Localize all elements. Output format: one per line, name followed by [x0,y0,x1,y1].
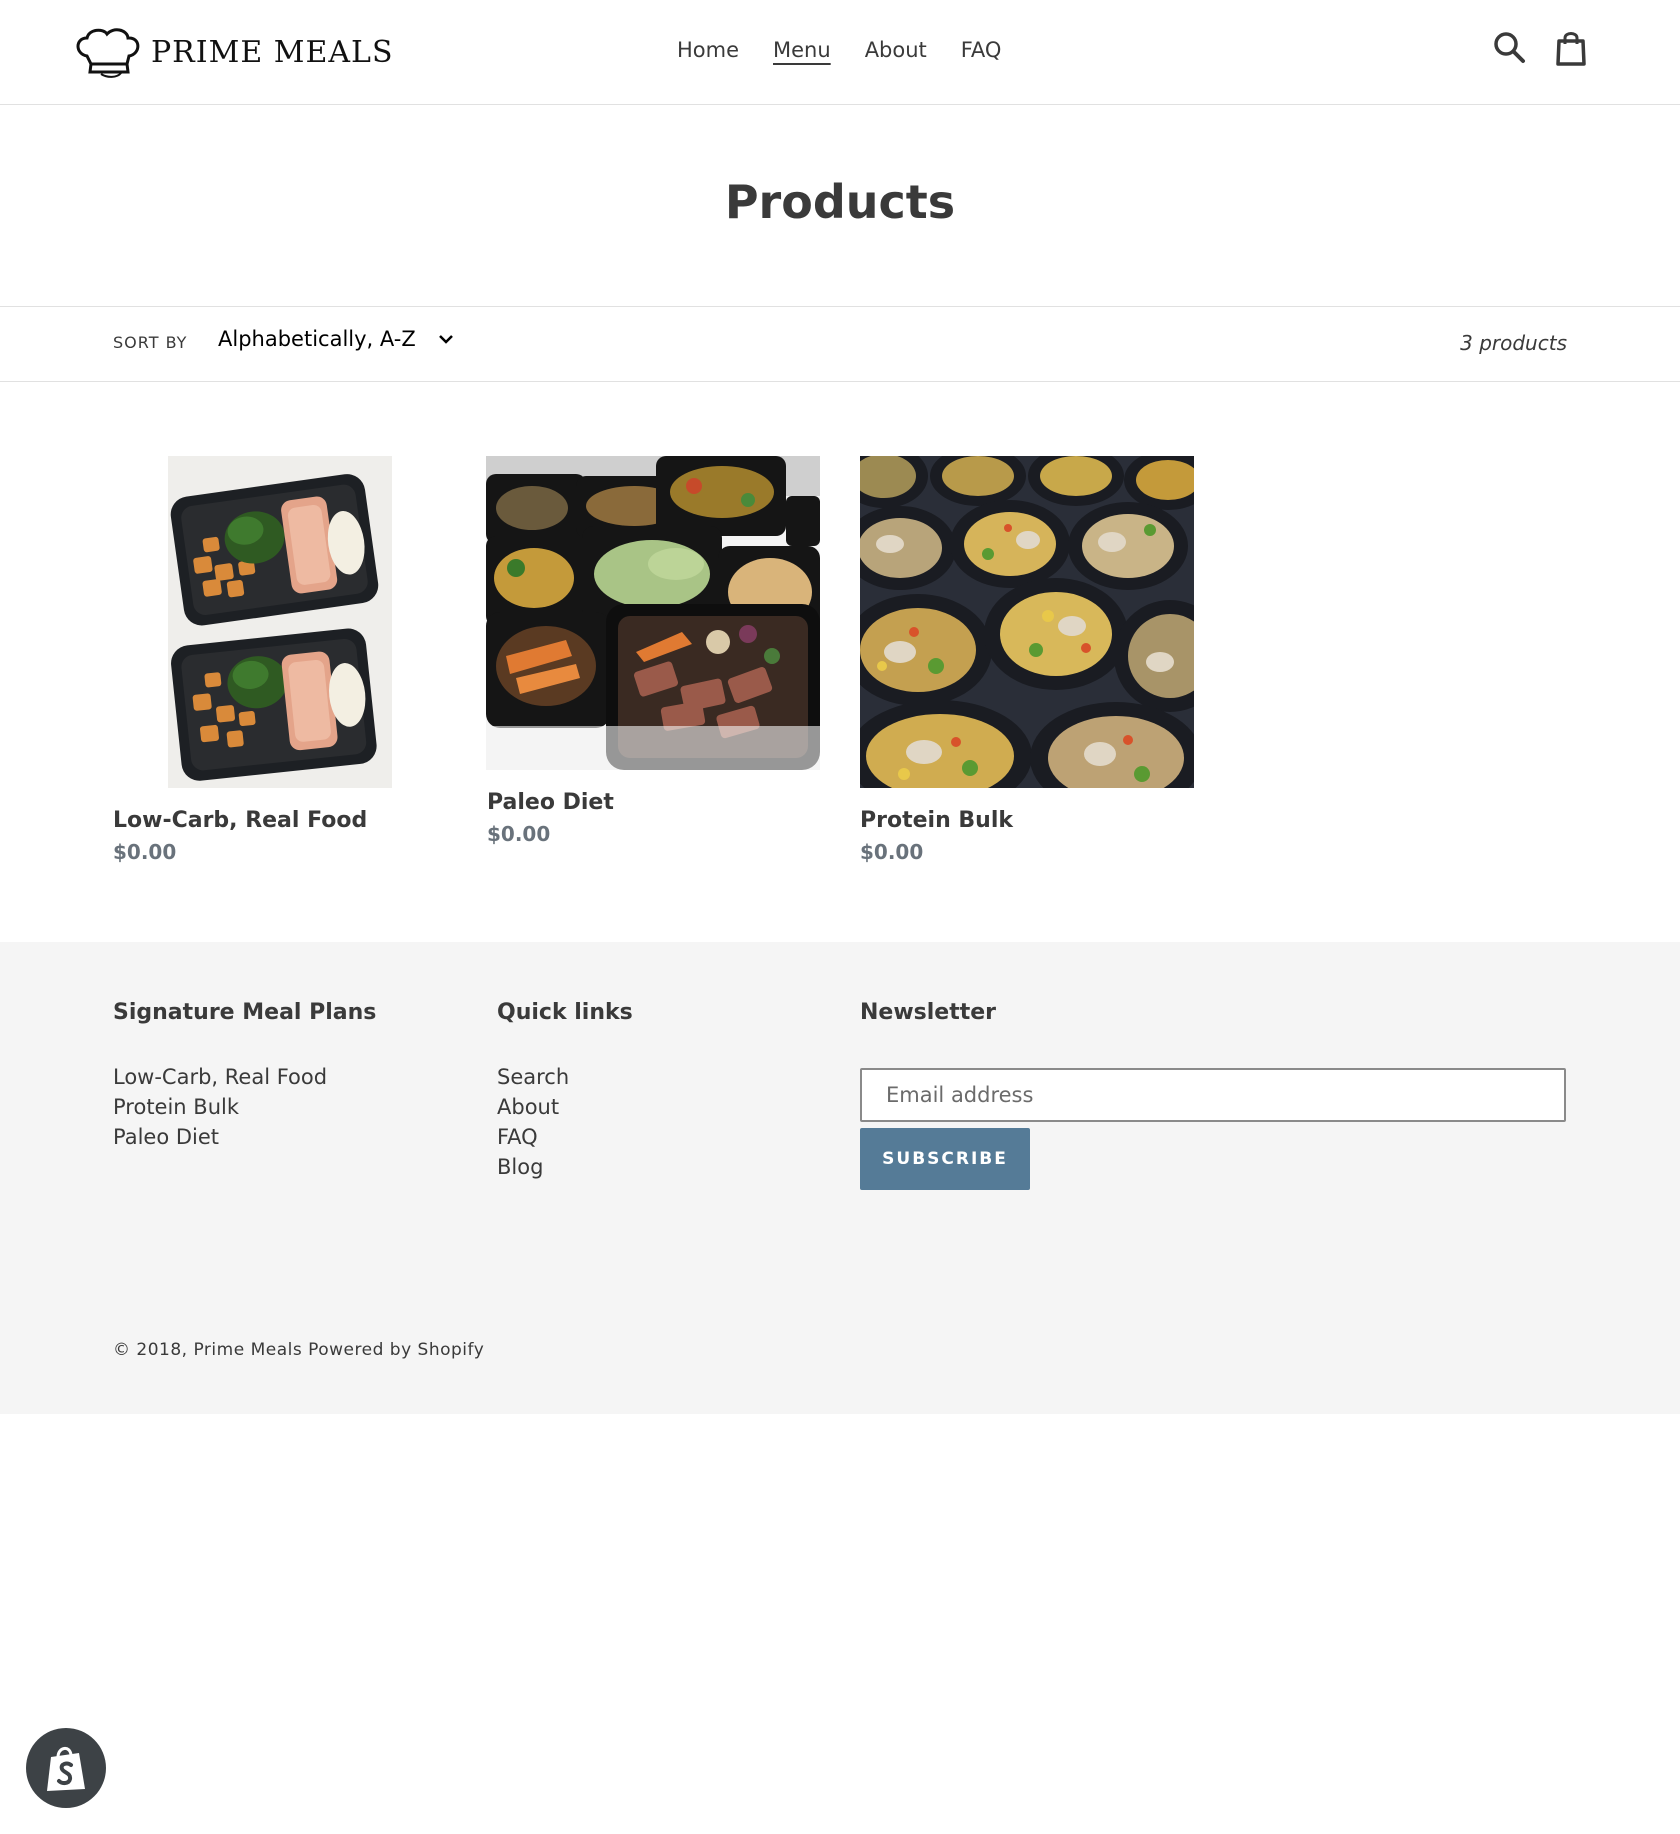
footer-link-protein-bulk[interactable]: Protein Bulk [113,1092,327,1122]
nav-home[interactable]: Home [677,38,739,62]
newsletter-email-field[interactable] [860,1068,1566,1122]
subscribe-button[interactable]: SUBSCRIBE [860,1128,1030,1190]
copyright-year: © 2018, [113,1340,188,1360]
search-icon[interactable] [1492,30,1526,66]
footer-heading-meal-plans: Signature Meal Plans [113,1000,377,1025]
product-title[interactable]: Paleo Diet [487,790,614,815]
product-image[interactable] [860,456,1194,788]
footer-link-low-carb[interactable]: Low-Carb, Real Food [113,1062,327,1092]
nav-faq[interactable]: FAQ [961,38,1002,62]
product-price: $0.00 [860,840,924,864]
chef-hat-icon [76,28,140,78]
footer-link-faq[interactable]: FAQ [497,1122,569,1152]
sort-value: Alphabetically, A-Z [218,327,416,351]
chevron-down-icon [438,335,453,344]
product-card-low-carb[interactable]: Low-Carb, Real Food $0.00 [113,456,463,866]
copyright-brand-link[interactable]: Prime Meals [193,1340,302,1360]
footer-quick-links-list: Search About FAQ Blog [497,1062,569,1182]
shopify-badge[interactable] [26,1728,106,1808]
footer-link-blog[interactable]: Blog [497,1152,569,1182]
filters-bar: Sort by Alphabetically, A-Z 3 products [0,306,1680,382]
footer-link-paleo[interactable]: Paleo Diet [113,1122,327,1152]
footer-link-about[interactable]: About [497,1092,569,1122]
footer-link-search[interactable]: Search [497,1062,569,1092]
powered-by-link[interactable]: Powered by Shopify [308,1340,484,1360]
product-price: $0.00 [113,840,177,864]
site-footer: Signature Meal Plans Low-Carb, Real Food… [0,942,1680,1414]
page-title: Products [724,175,956,229]
shopify-bag-icon [47,1747,85,1791]
brand-logo[interactable]: PRIME MEALS [73,24,394,80]
sort-select[interactable]: Alphabetically, A-Z [218,327,454,351]
brand-name: PRIME MEALS [151,34,394,70]
header-icons [1492,30,1588,66]
product-title[interactable]: Low-Carb, Real Food [113,808,367,833]
sort-label: Sort by [113,333,188,352]
product-image[interactable] [168,456,392,788]
product-image[interactable] [486,456,820,770]
copyright: © 2018, Prime Meals Powered by Shopify [113,1340,484,1360]
cart-icon[interactable] [1554,30,1588,66]
product-card-protein-bulk[interactable]: Protein Bulk $0.00 [860,456,1196,866]
site-header: PRIME MEALS Home Menu About FAQ [0,0,1680,105]
nav-about[interactable]: About [865,38,927,62]
product-title[interactable]: Protein Bulk [860,808,1013,833]
footer-meal-plans-list: Low-Carb, Real Food Protein Bulk Paleo D… [113,1062,327,1152]
footer-heading-newsletter: Newsletter [860,1000,997,1025]
footer-heading-quick-links: Quick links [497,1000,633,1025]
product-price: $0.00 [487,822,551,846]
product-card-paleo[interactable]: Paleo Diet $0.00 [486,456,822,856]
nav-menu[interactable]: Menu [773,38,831,62]
product-count: 3 products [1460,331,1567,355]
